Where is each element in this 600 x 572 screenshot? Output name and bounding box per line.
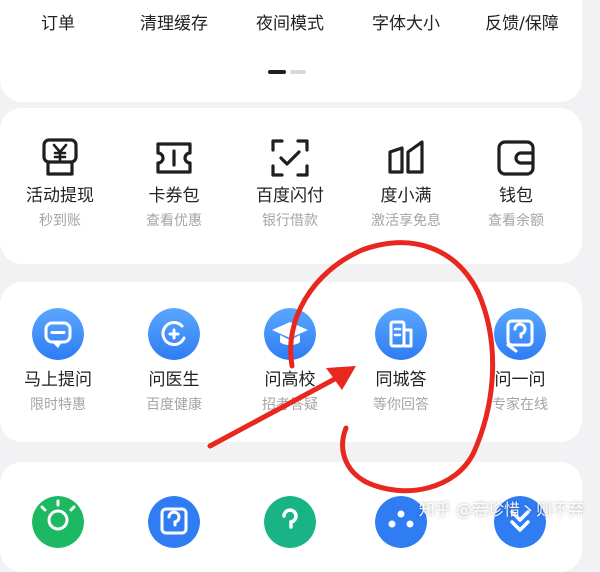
local-answer-button[interactable]: 同城答 等你回答 [343,308,459,412]
coupon-ticket-icon [156,142,192,174]
qa-card: 马上提问 限时特惠 问医生 百度健康 问高校 招考答疑 同城答 等你回答 问一问… [0,282,582,442]
duxiaoman-sub: 激活享免息 [371,213,441,229]
page-dot-inactive [290,70,306,74]
coupon-label: 卡券包 [148,186,200,206]
local-answer-sub: 等你回答 [373,397,429,413]
wallet-button[interactable]: 钱包 查看余额 [458,136,574,228]
question-mark-icon [264,496,316,548]
feedback-label: 反馈/保障 [485,14,559,34]
ask-doctor-label: 问医生 [148,370,200,390]
finance-row: 活动提现 秒到账 卡券包 查看优惠 百度闪付 银行借款 度小满 激活享免息 钱包… [0,108,582,264]
ask-university-sub: 招考答疑 [262,397,318,413]
orders-button[interactable]: 订单 [0,16,116,33]
ask-doctor-sub: 百度健康 [146,397,202,413]
service-button-3[interactable] [232,496,348,560]
question-card-icon [148,496,200,548]
service-button-1[interactable] [0,496,116,560]
orders-label: 订单 [41,14,75,34]
font-size-button[interactable]: 字体大小 [348,16,464,33]
ask-university-button[interactable]: 问高校 招考答疑 [232,308,348,412]
chat-bubble-icon [32,308,84,360]
font-size-label: 字体大小 [372,14,440,34]
utility-row: 订单 清理缓存 夜间模式 字体大小 反馈/保障 [0,0,582,102]
wallet-icon [497,140,535,176]
duxiaoman-label: 度小满 [380,186,432,206]
service-button-2[interactable] [116,496,232,560]
finance-card: 活动提现 秒到账 卡券包 查看优惠 百度闪付 银行借款 度小满 激活享免息 钱包… [0,108,582,264]
coupon-sub: 查看优惠 [146,213,202,229]
baidu-pay-button[interactable]: 百度闪付 银行借款 [232,136,348,228]
duxiaoman-button[interactable]: 度小满 激活享免息 [348,136,464,228]
graduation-cap-icon [264,308,316,360]
ask-expert-button[interactable]: 问一问 专家在线 [462,308,578,412]
night-mode-button[interactable]: 夜间模式 [232,16,348,33]
ask-now-button[interactable]: 马上提问 限时特惠 [0,308,116,412]
cash-withdraw-label: 活动提现 [26,186,94,206]
duxiaoman-logo-icon [388,140,424,174]
ask-now-label: 马上提问 [24,370,92,390]
ask-university-label: 问高校 [264,370,316,390]
baidu-pay-sub: 银行借款 [262,213,318,229]
local-answer-label: 同城答 [375,370,427,390]
clear-cache-button[interactable]: 清理缓存 [116,16,232,33]
cash-withdraw-button[interactable]: 活动提现 秒到账 [2,136,118,228]
ask-doctor-button[interactable]: 问医生 百度健康 [116,308,232,412]
ask-now-sub: 限时特惠 [30,397,86,413]
yuan-receipt-icon [42,138,78,176]
ask-expert-label: 问一问 [494,370,546,390]
feedback-button[interactable]: 反馈/保障 [464,16,580,33]
building-icon [375,308,427,360]
utility-card: 订单 清理缓存 夜间模式 字体大小 反馈/保障 [0,0,582,102]
wallet-label: 钱包 [499,186,533,206]
scan-check-icon [271,139,309,177]
coupon-button[interactable]: 卡券包 查看优惠 [116,136,232,228]
watermark: 知乎 @若珍惜丶则不弃 [418,500,584,519]
cash-withdraw-sub: 秒到账 [39,213,81,229]
baidu-pay-label: 百度闪付 [256,186,324,206]
ask-expert-sub: 专家在线 [492,397,548,413]
clear-cache-label: 清理缓存 [140,14,208,34]
wallet-sub: 查看余额 [488,213,544,229]
medical-cross-icon [148,308,200,360]
qa-row: 马上提问 限时特惠 问医生 百度健康 问高校 招考答疑 同城答 等你回答 问一问… [0,282,582,442]
page-dot-active [268,70,286,74]
question-card-icon [494,308,546,360]
lightbulb-icon [32,496,84,548]
night-mode-label: 夜间模式 [256,14,324,34]
